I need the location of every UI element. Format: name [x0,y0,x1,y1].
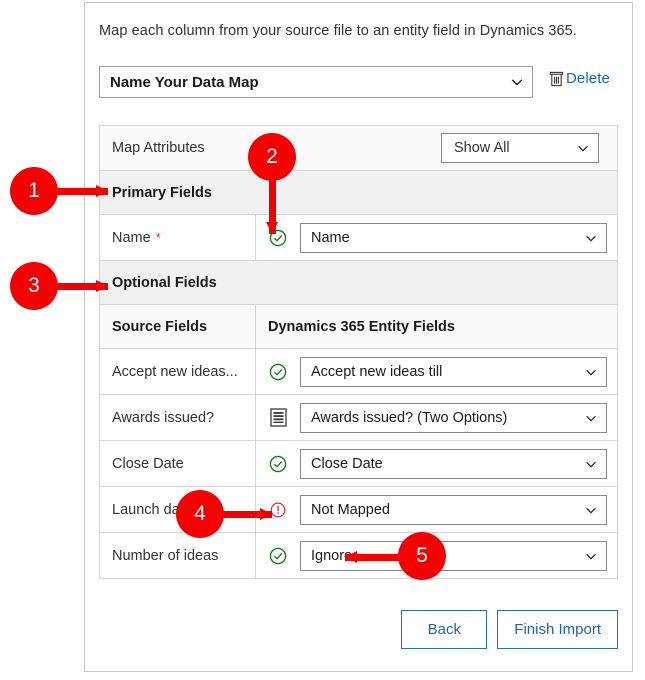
target-field-value: Awards issued? (Two Options) [311,409,508,426]
trash-icon [549,71,564,87]
status-cell [256,455,300,473]
chevron-down-icon [586,415,596,421]
source-field-label: Awards issued? [112,409,215,426]
primary-fields-label: Primary Fields [112,184,212,201]
check-circle-icon [269,455,287,472]
callout-badge-5: 5 [398,532,446,580]
option-set-list-icon [269,408,287,427]
callout-arrow-4 [216,508,272,520]
source-field-label: Launch da [112,501,180,518]
column-header-source: Source Fields [100,305,256,348]
target-field-value: Not Mapped [311,501,390,518]
callout-badge-1: 1 [10,167,58,215]
source-field-label: Name [112,229,151,246]
check-circle-icon [269,363,287,380]
target-field-value: Accept new ideas till [311,363,443,380]
delete-map-button[interactable]: Delete [549,70,610,87]
source-field-cell: Number of ideas [100,533,256,578]
chevron-down-icon [586,507,596,513]
section-header-primary-fields: Primary Fields [100,171,617,215]
show-all-value: Show All [454,140,510,156]
chevron-down-icon [586,369,596,375]
target-field-select[interactable]: Not Mapped [300,494,607,525]
callout-arrow-2 [266,172,278,234]
footer-actions: Back Finish Import [85,610,632,649]
source-field-cell: Close Date [100,441,256,486]
delete-label: Delete [566,70,610,87]
optional-fields-label: Optional Fields [112,274,217,291]
map-name-select[interactable]: Name Your Data Map [99,66,533,98]
show-all-select[interactable]: Show All [441,133,599,163]
source-field-cell: Name * [100,215,256,260]
target-field-value: Name [311,229,350,246]
status-cell [256,363,300,381]
required-asterisk: * [155,230,161,245]
target-field-select[interactable]: Awards issued? (Two Options) [300,402,607,433]
section-header-optional-fields: Optional Fields [100,261,617,305]
source-field-label: Accept new ideas... [112,363,238,380]
chevron-down-icon [586,553,596,559]
column-header-target: Dynamics 365 Entity Fields [268,318,455,335]
instruction-text: Map each column from your source file to… [99,23,577,39]
table-row: Accept new ideas... Accept new ideas til… [100,349,617,395]
source-field-cell: Accept new ideas... [100,349,256,394]
finish-import-button[interactable]: Finish Import [497,610,618,649]
callout-badge-2: 2 [248,133,296,181]
source-field-cell: Awards issued? [100,395,256,440]
target-field-select[interactable]: Name [300,222,607,253]
callout-badge-3: 3 [10,262,58,310]
status-cell [256,547,300,565]
data-map-card: Map each column from your source file to… [84,2,633,672]
status-cell [256,229,300,247]
map-name-value: Name Your Data Map [110,73,259,91]
target-field-select[interactable]: Close Date [300,448,607,479]
target-field-select[interactable]: Accept new ideas till [300,356,607,387]
table-row: Close Date Close Date [100,441,617,487]
chevron-down-icon [586,461,596,467]
table-row: Name * Name [100,215,617,261]
callout-badge-4: 4 [176,490,224,538]
column-header-row: Source Fields Dynamics 365 Entity Fields [100,305,617,349]
chevron-down-icon [511,79,523,86]
check-circle-icon [269,547,287,564]
chevron-down-icon [586,235,596,241]
source-field-label: Number of ideas [112,547,219,564]
table-row: Awards issued? Awards issued? (Two Optio… [100,395,617,441]
back-button[interactable]: Back [401,610,488,649]
target-field-value: Close Date [311,455,383,472]
status-cell [256,408,300,427]
chevron-down-icon [578,145,588,152]
source-field-label: Close Date [112,455,184,472]
map-attributes-row: Map Attributes Show All [100,126,617,171]
map-name-row: Name Your Data Map Delete [99,66,620,98]
